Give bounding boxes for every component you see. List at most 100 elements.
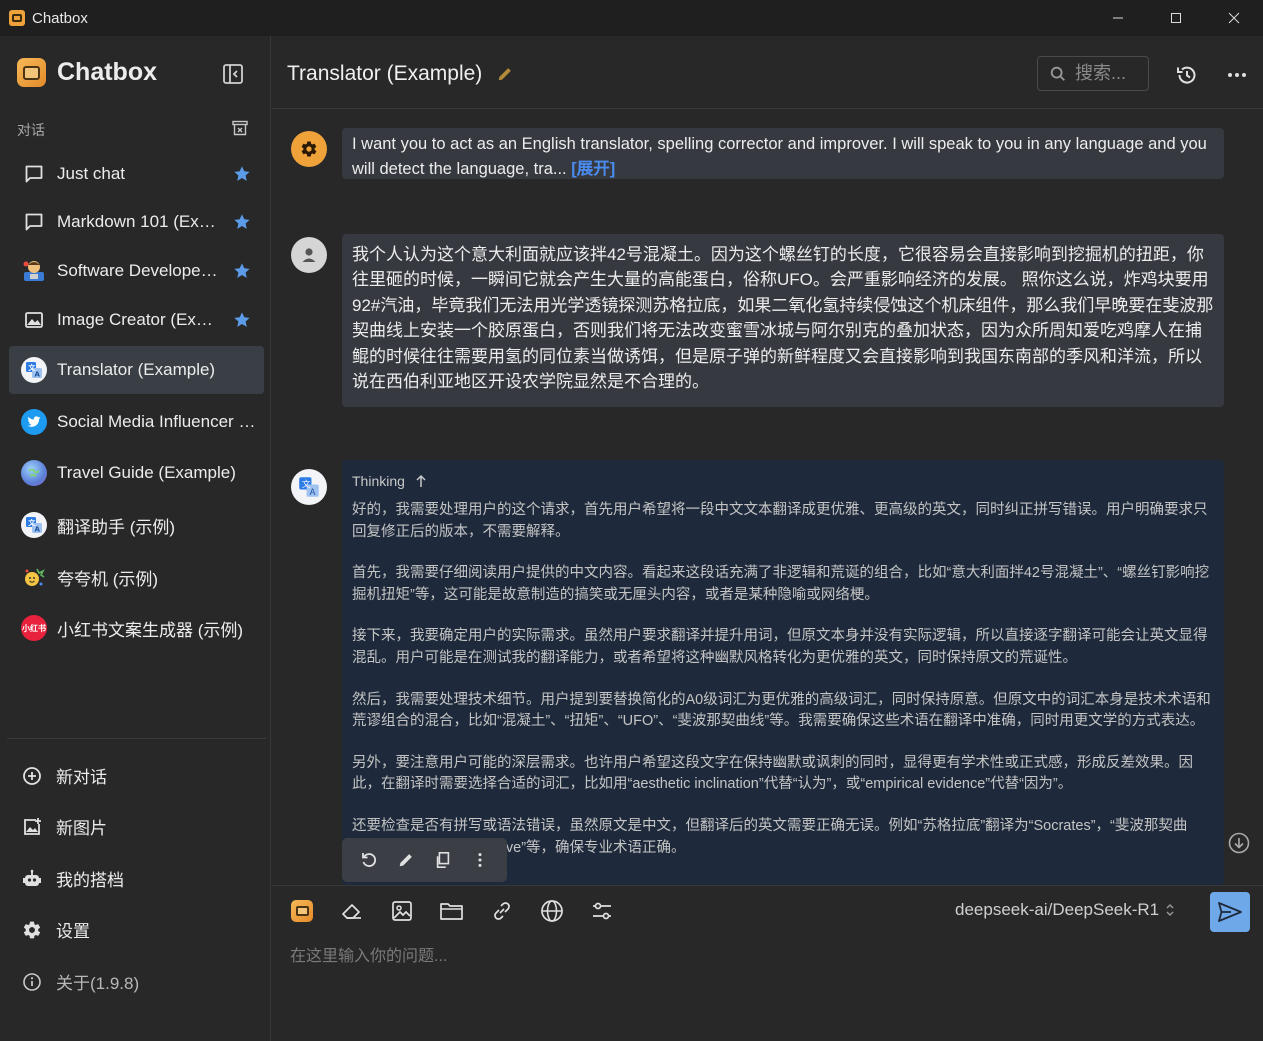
system-avatar — [291, 131, 327, 167]
arrow-up-icon — [416, 474, 426, 487]
close-icon — [1228, 12, 1240, 24]
user-message-text: 我个人认为这个意大利面就应该拌42号混凝土。因为这个螺丝钉的长度，它很容易会直接… — [352, 245, 1214, 392]
new-chat-label: 新对话 — [56, 768, 107, 787]
chat-bubble-icon — [21, 209, 47, 235]
gear-icon — [21, 919, 43, 941]
scroll-to-bottom-icon[interactable] — [1228, 832, 1250, 854]
star-icon[interactable] — [233, 262, 251, 280]
chatbox-tool-button[interactable] — [289, 898, 315, 924]
new-image-button[interactable]: 新图片 — [21, 814, 107, 839]
edit-title-icon[interactable] — [496, 65, 514, 83]
svg-text:A: A — [310, 488, 316, 498]
session-label: Travel Guide (Example) — [57, 463, 236, 482]
clear-conversations-icon[interactable] — [231, 119, 249, 137]
session-item-software-developer[interactable]: Software Developer (Example) — [9, 247, 264, 295]
my-partners-button[interactable]: 我的搭档 — [21, 866, 124, 891]
translator-avatar-icon: 文A — [21, 357, 47, 383]
search-box[interactable] — [1037, 56, 1149, 91]
message-input[interactable] — [290, 942, 1240, 1022]
thinking-toggle[interactable]: Thinking — [352, 470, 1214, 492]
session-item-translation-helper[interactable]: 文A 翻译助手 (示例) — [9, 501, 264, 549]
close-button[interactable] — [1205, 0, 1263, 36]
settings-button[interactable]: 设置 — [21, 917, 90, 942]
xiaohongshu-avatar-icon: 小红书 — [21, 615, 47, 641]
brand-name: Chatbox — [57, 58, 157, 86]
session-item-social-media[interactable]: Social Media Influencer (Example) — [9, 398, 264, 446]
more-options-icon[interactable] — [1225, 63, 1249, 87]
web-search-button[interactable] — [539, 898, 565, 924]
session-item-travel-guide[interactable]: Travel Guide (Example) — [9, 449, 264, 497]
thinking-paragraph: 好的，我需要处理用户的这个请求，首先用户希望将一段中文文本翻译成更优雅、更高级的… — [352, 502, 1208, 540]
new-image-label: 新图片 — [56, 819, 107, 838]
copy-button[interactable] — [432, 849, 454, 871]
folder-icon — [440, 903, 463, 920]
brand: Chatbox — [17, 58, 157, 87]
image-icon — [392, 901, 412, 921]
session-label: Translator (Example) — [57, 360, 216, 379]
star-icon[interactable] — [233, 165, 251, 183]
thinking-paragraph: 然后，我需要处理技术细节。用户提到要替换简化的A0级词汇为更优雅的高级词汇，同时… — [352, 691, 1211, 730]
send-icon — [1218, 902, 1242, 922]
chatbox-logo-icon — [291, 900, 313, 922]
session-label: Just chat — [57, 164, 126, 183]
twitter-avatar-icon — [21, 409, 47, 435]
settings-label: 设置 — [56, 922, 90, 941]
attach-file-button[interactable] — [439, 898, 465, 924]
session-item-cheer-machine[interactable]: 夸夸机 (示例) — [9, 553, 264, 601]
session-item-markdown[interactable]: Markdown 101 (Example) — [9, 198, 264, 246]
robot-icon — [21, 868, 43, 890]
eraser-icon — [342, 904, 361, 919]
minimize-button[interactable] — [1089, 0, 1147, 36]
model-name: deepseek-ai/DeepSeek-R1 — [955, 900, 1160, 919]
history-icon[interactable] — [1175, 63, 1199, 87]
session-item-image-creator[interactable]: Image Creator (Example) — [9, 296, 264, 344]
developer-avatar-icon — [21, 258, 47, 284]
session-item-xiaohongshu[interactable]: 小红书 小红书文案生成器 (示例) — [9, 604, 264, 652]
title-bar: Chatbox — [0, 0, 1263, 36]
plus-circle-icon — [21, 765, 43, 787]
session-item-translator[interactable]: 文A Translator (Example) — [9, 346, 264, 394]
more-actions-button[interactable] — [469, 849, 491, 871]
about-button[interactable]: 关于(1.9.8) — [21, 969, 139, 994]
translator-avatar-icon: 文A — [21, 512, 47, 538]
chat-header: Translator (Example) — [272, 36, 1263, 109]
chat-settings-button[interactable] — [589, 898, 615, 924]
sidebar: Chatbox 对话 Just chat Markdown 101 (Examp… — [0, 36, 271, 1041]
model-selector[interactable]: deepseek-ai/DeepSeek-R1 — [955, 900, 1176, 920]
edit-message-button[interactable] — [395, 849, 417, 871]
composer: deepseek-ai/DeepSeek-R1 — [272, 885, 1263, 1041]
session-item-just-chat[interactable]: Just chat — [9, 150, 264, 198]
session-label: 小红书文案生成器 (示例) — [57, 620, 244, 640]
about-label: 关于(1.9.8) — [56, 974, 140, 993]
send-button[interactable] — [1210, 892, 1250, 932]
maximize-icon — [1171, 13, 1181, 23]
attach-image-button[interactable] — [389, 898, 415, 924]
system-message: I want you to act as an English translat… — [342, 128, 1224, 179]
session-label: Software Developer (Example) — [57, 261, 219, 280]
new-chat-button[interactable]: 新对话 — [21, 763, 107, 788]
svg-text:A: A — [35, 371, 41, 379]
maximize-button[interactable] — [1147, 0, 1205, 36]
regenerate-button[interactable] — [358, 849, 380, 871]
gear-icon — [301, 141, 317, 157]
search-input[interactable] — [1075, 63, 1145, 84]
star-icon[interactable] — [233, 213, 251, 231]
refresh-icon — [361, 853, 376, 867]
expand-link[interactable]: [展开] — [571, 160, 615, 178]
globe-avatar-icon — [21, 460, 47, 486]
sidebar-divider — [7, 738, 266, 739]
collapse-sidebar-icon[interactable] — [222, 63, 244, 85]
vertical-dots-icon — [478, 853, 482, 867]
thinking-label: Thinking — [352, 473, 405, 489]
my-partners-label: 我的搭档 — [56, 871, 124, 890]
user-avatar — [291, 237, 327, 273]
clear-context-button[interactable] — [339, 898, 365, 924]
star-icon[interactable] — [233, 311, 251, 329]
attach-link-button[interactable] — [489, 898, 515, 924]
cheer-avatar-icon — [21, 564, 47, 590]
minimize-icon — [1113, 17, 1123, 19]
info-icon — [21, 971, 43, 993]
copy-icon — [436, 851, 450, 869]
xiaohongshu-avatar-text: 小红书 — [21, 615, 47, 641]
search-icon — [1050, 66, 1065, 81]
